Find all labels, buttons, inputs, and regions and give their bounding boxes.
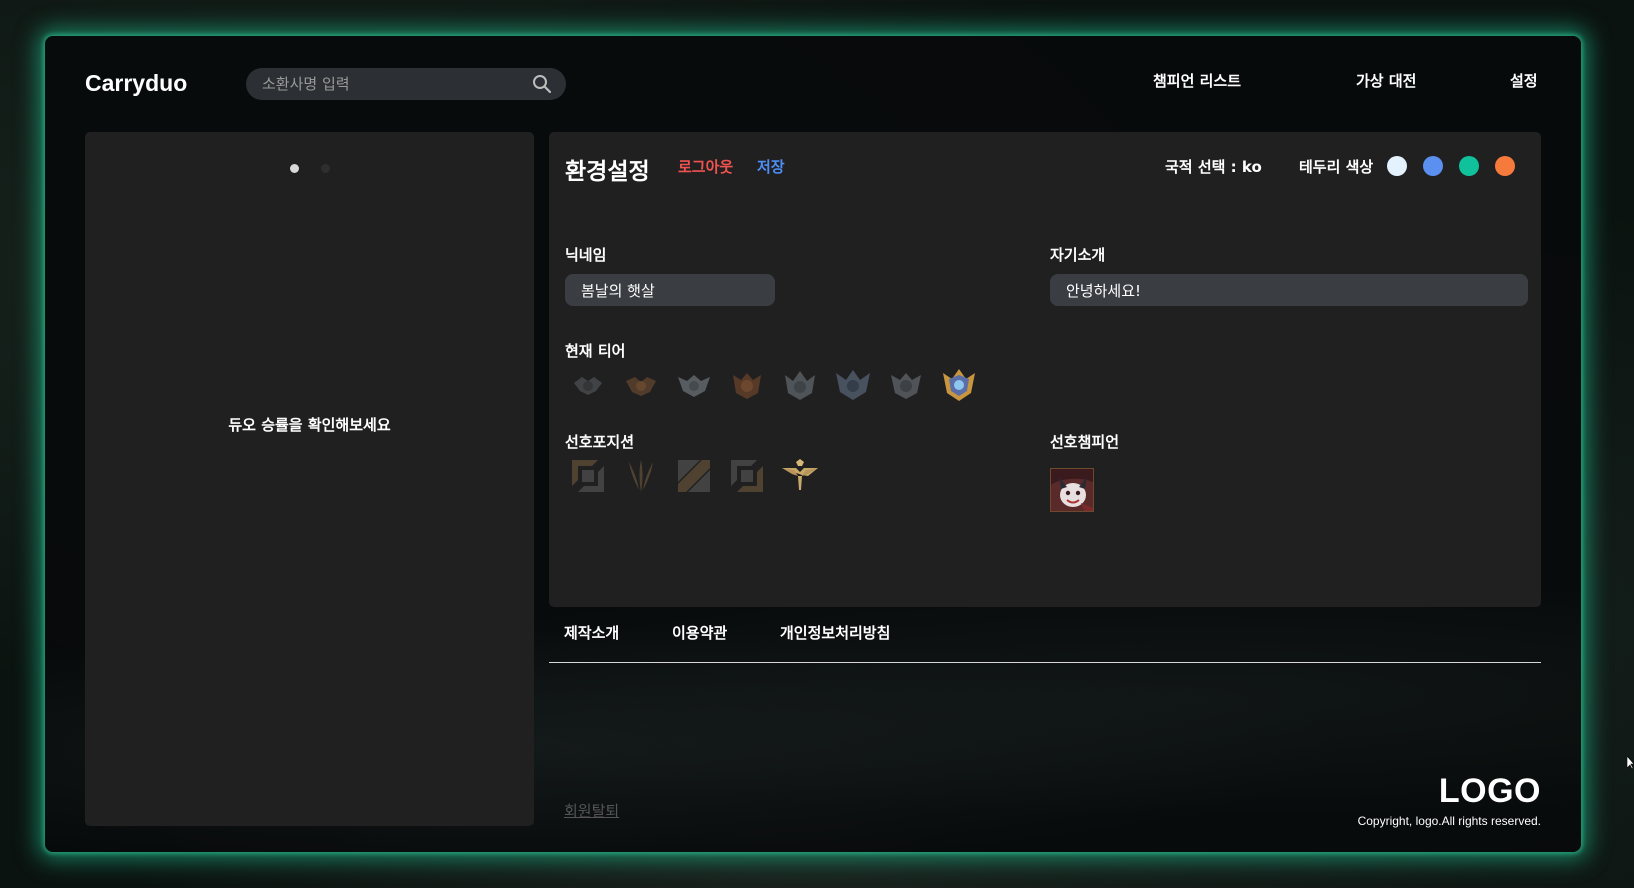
top-lane-icon[interactable] (568, 456, 608, 496)
carousel-dot-1[interactable] (290, 164, 299, 173)
settings-panel: 환경설정 로그아웃 저장 국적 선택 : ko 테두리 색상 닉네임 자기소개 … (549, 132, 1541, 607)
diamond-emblem-icon[interactable] (833, 365, 873, 405)
logout-button[interactable]: 로그아웃 (678, 156, 733, 177)
copyright-text: Copyright, logo.All rights reserved. (1357, 814, 1541, 828)
border-color-swatch-blue[interactable] (1423, 156, 1443, 176)
save-button[interactable]: 저장 (757, 156, 785, 177)
footer-privacy[interactable]: 개인정보처리방침 (780, 622, 890, 643)
nav-virtual-match[interactable]: 가상 대전 (1356, 70, 1416, 91)
border-color-swatch-light[interactable] (1387, 156, 1407, 176)
challenger-emblem-icon[interactable] (939, 365, 979, 405)
bronze-emblem-icon[interactable] (621, 365, 661, 405)
app-frame: Carryduo 챔피언 리스트 가상 대전 설정 듀오 승률을 확인해보세요 … (45, 36, 1581, 852)
brand-logo[interactable]: Carryduo (85, 70, 187, 97)
search-input[interactable] (246, 75, 516, 93)
master-emblem-icon[interactable] (886, 365, 926, 405)
duo-winrate-message: 듀오 승률을 확인해보세요 (228, 416, 391, 434)
footer-about[interactable]: 제작소개 (564, 622, 619, 643)
nickname-field (565, 274, 775, 306)
support-icon[interactable] (780, 456, 820, 496)
settings-title: 환경설정 (565, 159, 650, 185)
position-label: 선호포지션 (565, 433, 635, 451)
silver-emblem-icon[interactable] (674, 365, 714, 405)
bio-field (1050, 274, 1528, 306)
bio-input[interactable] (1066, 281, 1528, 299)
nav-settings[interactable]: 설정 (1510, 70, 1538, 91)
footer-divider (549, 662, 1541, 663)
carousel-dot-2[interactable] (321, 164, 330, 173)
iron-emblem-icon[interactable] (568, 365, 608, 405)
withdraw-button[interactable]: 회원탈퇴 (564, 800, 619, 821)
champion-portrait-icon (1051, 469, 1093, 511)
border-color-label: 테두리 색상 (1299, 158, 1374, 176)
position-list (568, 456, 833, 496)
preferred-champion[interactable] (1050, 468, 1094, 512)
champion-label: 선호챔피언 (1050, 433, 1120, 451)
footer-terms[interactable]: 이용약관 (672, 622, 727, 643)
search-bar (246, 68, 566, 100)
mid-lane-icon[interactable] (674, 456, 714, 496)
tier-list (568, 365, 992, 405)
bio-label: 자기소개 (1050, 246, 1106, 264)
nickname-label: 닉네임 (565, 246, 607, 264)
footer-logo: LOGO (1438, 772, 1541, 810)
border-color-swatch-orange[interactable] (1495, 156, 1515, 176)
duo-winrate-panel: 듀오 승률을 확인해보세요 (85, 132, 534, 826)
bottom-lane-icon[interactable] (727, 456, 767, 496)
border-color-swatch-green[interactable] (1459, 156, 1479, 176)
nickname-input[interactable] (581, 281, 775, 299)
mouse-cursor-icon (1627, 756, 1634, 770)
search-icon[interactable] (532, 74, 552, 94)
gold-emblem-icon[interactable] (727, 365, 767, 405)
platinum-emblem-icon[interactable] (780, 365, 820, 405)
jungle-icon[interactable] (621, 456, 661, 496)
nav-champion-list[interactable]: 챔피언 리스트 (1153, 70, 1241, 91)
tier-label: 현재 티어 (565, 342, 626, 360)
country-select[interactable]: 국적 선택 : ko (1165, 156, 1262, 177)
carousel-dots (290, 164, 330, 173)
